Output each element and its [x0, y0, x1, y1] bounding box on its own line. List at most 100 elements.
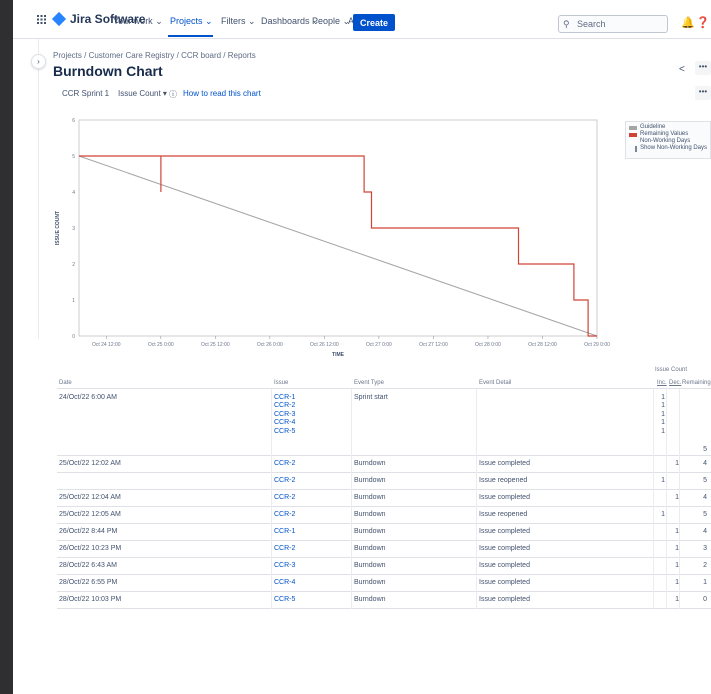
x-tick-label: Oct 26 0:00	[257, 342, 283, 348]
table-row: 28/Oct/22 10:03 PM CCR-5 Burndown Issue com…	[57, 592, 711, 609]
top-navigation: Jira Software Your work ⌄ Projects ⌄ Fil…	[13, 0, 711, 39]
x-tick-label: Oct 25 0:00	[148, 342, 174, 348]
table-header: Date Issue Event Type Event Detail Inc. …	[57, 379, 711, 389]
table-row: 28/Oct/22 6:43 AM CCR-3 Burndown Issue comp…	[57, 558, 711, 575]
issue-link[interactable]: CCR-2	[274, 494, 295, 502]
column-divider	[271, 389, 272, 609]
issue-link[interactable]: CCR-2	[274, 545, 295, 553]
col-issue[interactable]: Issue	[274, 380, 288, 386]
create-button[interactable]: Create	[353, 14, 395, 31]
expand-sidebar-button[interactable]: ›	[31, 54, 46, 69]
issue-link[interactable]: CCR-4	[274, 419, 295, 427]
issue-link[interactable]: CCR-4	[274, 579, 295, 587]
row-date: 26/Oct/22 8:44 PM	[59, 528, 118, 535]
row-inc: 11111	[653, 394, 665, 436]
row-event-detail: Issue completed	[479, 562, 530, 569]
inc-value: 1	[661, 477, 665, 484]
row-issues: CCR-2	[274, 477, 295, 485]
y-axis-label: ISSUE COUNT	[55, 211, 61, 245]
issue-link[interactable]: CCR-2	[274, 477, 295, 485]
row-remaining: 3	[703, 545, 707, 552]
row-remaining: 4	[703, 528, 707, 535]
breadcrumb-projects[interactable]: Projects	[53, 51, 82, 60]
x-tick-label: Oct 26 12:00	[310, 342, 339, 348]
row-remaining: 4	[703, 494, 707, 501]
row-remaining: 4	[703, 460, 707, 467]
inc-value: 1	[661, 419, 665, 427]
table-row: 25/Oct/22 12:04 AM CCR-2 Burndown Issue com…	[57, 490, 711, 507]
issue-link[interactable]: CCR-2	[274, 511, 295, 519]
row-issues: CCR-2	[274, 511, 295, 519]
column-divider	[476, 389, 477, 609]
issue-link[interactable]: CCR-2	[274, 460, 295, 468]
row-remaining: 0	[703, 596, 707, 603]
search-icon: ⚲	[563, 19, 570, 29]
row-remaining: 5	[703, 477, 707, 484]
issue-link[interactable]: CCR-3	[274, 411, 295, 419]
row-event-detail: Issue completed	[479, 528, 530, 535]
app-switcher-icon[interactable]	[37, 15, 46, 24]
row-dec: 1	[675, 579, 679, 586]
row-date: 25/Oct/22 12:05 AM	[59, 511, 121, 518]
row-date: 26/Oct/22 10:23 PM	[59, 545, 122, 552]
page-title: Burndown Chart	[53, 63, 163, 79]
breadcrumb: Projects / Customer Care Registry / CCR …	[53, 51, 256, 60]
nav-people[interactable]: People ⌄	[312, 16, 350, 27]
how-to-read-link[interactable]: How to read this chart	[183, 89, 261, 98]
table-row: 25/Oct/22 12:05 AM CCR-2 Burndown Issue reo…	[57, 507, 711, 524]
row-event-type: Burndown	[354, 528, 386, 535]
breadcrumb-board[interactable]: CCR board	[181, 51, 221, 60]
nav-your-work[interactable]: Your work ⌄	[113, 16, 163, 27]
nav-dashboards[interactable]: Dashboards ⌄	[261, 16, 320, 27]
sprint-selector[interactable]: CCR Sprint 1	[62, 89, 109, 98]
burndown-chart: 0 1 2 3 4 5 6 Oct 24 12:00 Oct 25 0:00 Oct 25 12:…	[55, 118, 610, 358]
share-icon[interactable]: <	[679, 64, 685, 75]
show-non-working-checkbox[interactable]: Show Non-Working Days	[629, 145, 707, 152]
x-tick-label: Oct 28 12:00	[528, 342, 557, 348]
issue-count-group-header: Issue Count	[655, 367, 688, 373]
chart-more-button[interactable]: •••	[695, 86, 711, 100]
legend-remaining: Remaining Values	[629, 131, 707, 138]
breadcrumb-reports[interactable]: Reports	[228, 51, 256, 60]
row-event-detail: Issue completed	[479, 596, 530, 603]
issue-link[interactable]: CCR-1	[274, 394, 295, 402]
x-tick-label: Oct 24 12:00	[92, 342, 121, 348]
row-event-type: Burndown	[354, 477, 386, 484]
col-event-type[interactable]: Event Type	[354, 380, 384, 386]
row-event-type: Burndown	[354, 562, 386, 569]
col-remaining[interactable]: Remaining	[682, 380, 711, 386]
search-input[interactable]: Search	[558, 15, 668, 33]
table-row: 26/Oct/22 8:44 PM CCR-1 Burndown Issue comp…	[57, 524, 711, 541]
more-actions-button[interactable]: •••	[695, 61, 711, 75]
issue-link[interactable]: CCR-5	[274, 596, 295, 604]
col-inc[interactable]: Inc.	[657, 380, 667, 386]
help-circle-icon: ⓘ	[169, 90, 177, 99]
col-event-detail[interactable]: Event Detail	[479, 380, 511, 386]
issue-link[interactable]: CCR-1	[274, 528, 295, 536]
row-date: 24/Oct/22 6:00 AM	[59, 394, 117, 401]
y-tick-label: 5	[72, 154, 75, 160]
issue-link[interactable]: CCR-3	[274, 562, 295, 570]
row-dec: 1	[675, 545, 679, 552]
active-nav-indicator	[168, 35, 213, 37]
nav-filters[interactable]: Filters ⌄	[221, 16, 256, 27]
table-row: 28/Oct/22 6:55 PM CCR-4 Burndown Issue comp…	[57, 575, 711, 592]
col-date[interactable]: Date	[59, 380, 72, 386]
row-inc: 1	[653, 477, 665, 485]
issue-link[interactable]: CCR-5	[274, 428, 295, 436]
row-date: 25/Oct/22 12:02 AM	[59, 460, 121, 467]
help-icon[interactable]: ❓	[696, 16, 710, 29]
nav-projects[interactable]: Projects ⌄	[170, 16, 213, 27]
breadcrumb-project[interactable]: Customer Care Registry	[89, 51, 175, 60]
issue-link[interactable]: CCR-2	[274, 402, 295, 410]
metric-selector[interactable]: Issue Count ▾	[118, 89, 167, 98]
legend-non-working: Non-Working Days	[629, 138, 707, 145]
row-dec: 1	[675, 596, 679, 603]
notifications-icon[interactable]: 🔔	[681, 16, 695, 29]
col-dec[interactable]: Dec.	[669, 380, 681, 386]
inc-value: 1	[661, 394, 665, 401]
column-divider	[666, 389, 667, 609]
plot-area	[78, 119, 598, 337]
row-event-type: Burndown	[354, 494, 386, 501]
column-divider	[679, 389, 680, 609]
